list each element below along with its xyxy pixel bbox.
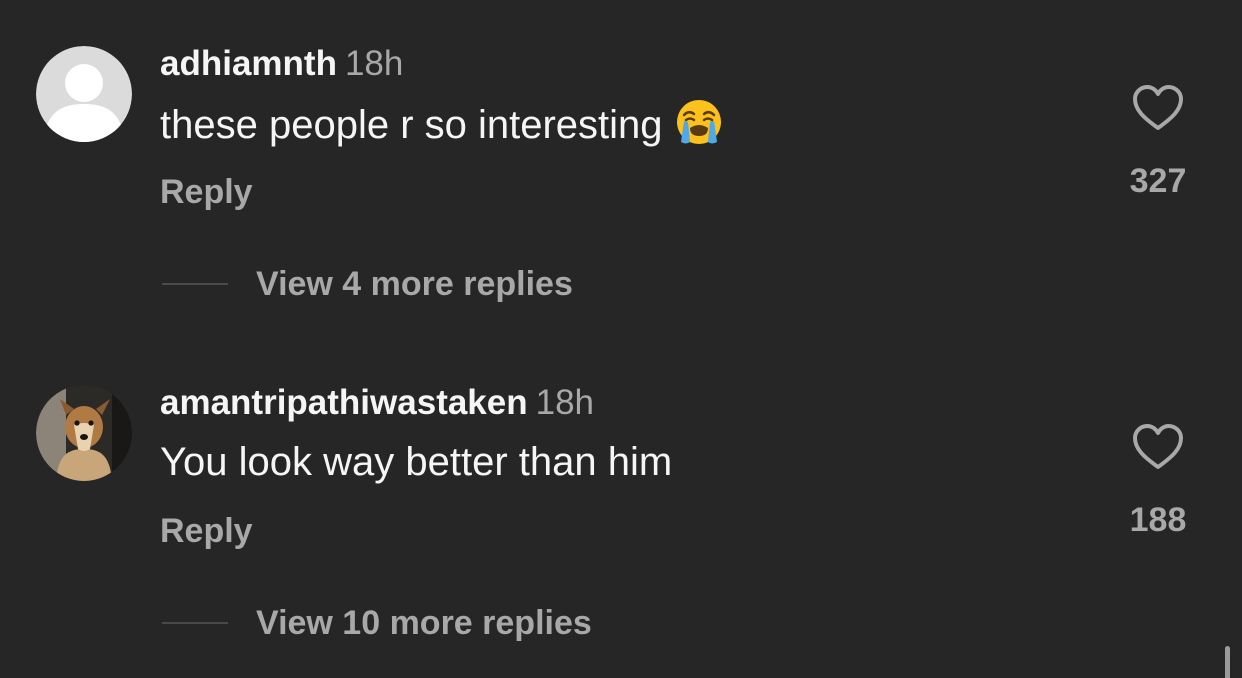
view-replies-label: View 10 more replies — [256, 604, 592, 642]
comment-header: amantripathiwastaken 18h — [160, 381, 594, 425]
comment-text: these people r so interesting — [160, 103, 663, 147]
avatar[interactable] — [36, 46, 132, 142]
divider-line — [162, 283, 228, 285]
heart-icon[interactable] — [1132, 84, 1184, 132]
like-count: 188 — [1129, 501, 1187, 539]
comment-body: You look way better than him — [160, 437, 672, 487]
scrollbar[interactable] — [1225, 646, 1230, 678]
comment-header: adhiamnth 18h — [160, 42, 403, 86]
like-group: 188 — [1100, 423, 1216, 540]
like-group: 327 — [1100, 84, 1216, 201]
reply-button[interactable]: Reply — [160, 170, 253, 214]
username[interactable]: adhiamnth — [160, 44, 337, 83]
timestamp: 18h — [344, 44, 404, 83]
comment-body: these people r so interesting — [160, 98, 723, 158]
timestamp: 18h — [535, 383, 595, 422]
comments-screen: adhiamnth 18h these people r so interesti… — [0, 0, 1242, 678]
divider-line — [162, 622, 228, 624]
avatar[interactable] — [36, 385, 132, 481]
loudly-crying-face-icon — [675, 98, 723, 158]
view-more-replies-button[interactable]: View 10 more replies — [162, 601, 592, 645]
like-count: 327 — [1129, 162, 1187, 200]
username[interactable]: amantripathiwastaken — [160, 383, 528, 422]
default-avatar-icon — [36, 46, 132, 142]
view-replies-label: View 4 more replies — [256, 265, 573, 303]
reply-button[interactable]: Reply — [160, 509, 253, 553]
comment-text: You look way better than him — [160, 440, 673, 484]
view-more-replies-button[interactable]: View 4 more replies — [162, 262, 573, 306]
dog-avatar-icon — [36, 385, 132, 481]
heart-icon[interactable] — [1132, 423, 1184, 471]
